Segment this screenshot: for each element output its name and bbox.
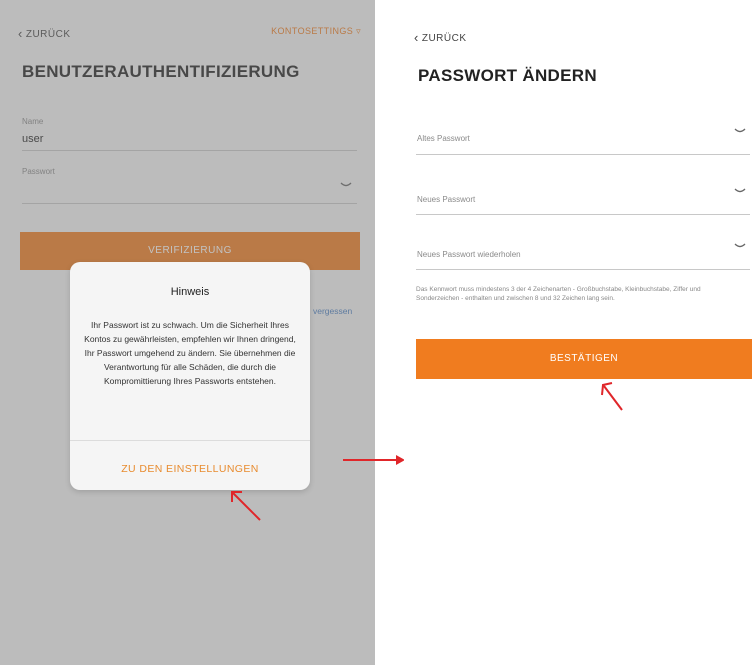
dialog-divider	[70, 440, 310, 441]
new-password-underline	[416, 214, 750, 215]
page-title: PASSWORT ÄNDERN	[418, 66, 597, 85]
repeat-password-field[interactable]: Neues Passwort wiederholen	[417, 250, 521, 259]
pointer-arrow-icon	[231, 491, 261, 521]
dialog-title: Hinweis	[170, 286, 210, 298]
old-password-field[interactable]: Altes Passwort	[417, 134, 470, 143]
pointer-arrow-icon	[601, 382, 623, 411]
change-password-screen: ‹ ZURÜCK PASSWORT ÄNDERN Altes Passwort N…	[404, 0, 752, 665]
eye-closed-icon[interactable]	[734, 128, 746, 134]
password-requirements-hint: Das Kennwort muss mindestens 3 der 4 Zei…	[416, 286, 701, 302]
go-to-settings-button[interactable]: ZU DEN EINSTELLUNGEN	[70, 463, 310, 475]
old-password-underline	[416, 154, 750, 155]
arrow-right-icon	[343, 455, 405, 465]
eye-closed-icon[interactable]	[734, 243, 746, 249]
back-button[interactable]: ‹ ZURÜCK	[414, 30, 467, 45]
back-label: ZURÜCK	[421, 33, 467, 44]
chevron-left-icon: ‹	[414, 30, 419, 45]
user-authentication-screen: ‹ ZURÜCK KONTOSETTINGS ▿ BENUTZERAUTHENTI…	[0, 0, 375, 665]
warning-dialog: Hinweis Ihr Passwort ist zu schwach. Um …	[70, 262, 310, 490]
eye-closed-icon[interactable]	[734, 188, 746, 194]
confirm-button[interactable]: BESTÄTIGEN	[416, 339, 752, 379]
dialog-message: Ihr Passwort ist zu schwach. Um die Sich…	[84, 320, 296, 386]
repeat-password-underline	[416, 269, 750, 270]
new-password-field[interactable]: Neues Passwort	[417, 195, 475, 204]
